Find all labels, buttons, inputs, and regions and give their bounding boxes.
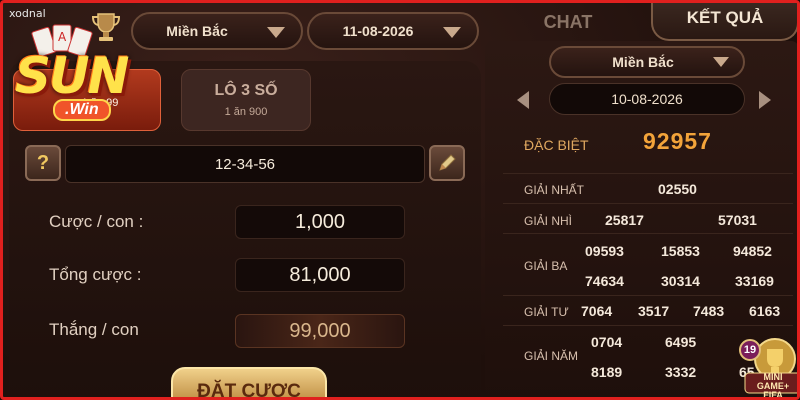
notification-badge: 19 <box>739 339 761 361</box>
results-region-value: Miền Bắc <box>612 54 674 70</box>
win-per-number-label: Thắng / con <box>49 320 139 339</box>
tab-results[interactable]: KẾT QUẢ <box>651 3 797 41</box>
total-bet-display: 81,000 <box>235 258 405 292</box>
bet-type-odds: 1 ăn 900 <box>224 106 268 118</box>
number-input-value: 12-34-56 <box>214 155 276 173</box>
prize-number: 8189 <box>591 364 623 380</box>
edit-button[interactable] <box>429 145 465 181</box>
place-bet-button[interactable]: ĐẶT CƯỢC <box>171 367 327 400</box>
results-region-select[interactable]: Miền Bắc <box>549 46 745 78</box>
third-prize-label: GIẢI BA <box>524 259 568 273</box>
place-bet-label: ĐẶT CƯỢC <box>197 381 301 400</box>
prize-number: 7064 <box>581 303 613 319</box>
mini-game-title: MINI GAME+ <box>756 372 790 391</box>
prize-number: 33169 <box>735 273 774 289</box>
date-select-value: 11-08-2026 <box>342 23 414 39</box>
sun-win-logo: A SUN .Win <box>7 17 159 127</box>
date-select[interactable]: 11-08-2026 <box>307 12 479 50</box>
divider <box>503 173 793 174</box>
chevron-down-icon <box>443 27 461 38</box>
pencil-icon <box>439 154 456 171</box>
total-bet-value: 81,000 <box>289 263 351 286</box>
prize-number: 94852 <box>733 243 772 259</box>
number-input[interactable]: 12-34-56 <box>65 145 425 183</box>
second-prize-label: GIẢI NHÌ <box>524 214 573 228</box>
help-button[interactable]: ? <box>25 145 61 181</box>
first-prize-label: GIẢI NHẤT <box>524 183 585 197</box>
results-date-value: 10-08-2026 <box>611 91 683 107</box>
tab-chat-label: CHAT <box>543 11 593 32</box>
prize-number: 74634 <box>585 273 624 289</box>
mini-game-label: MINI GAME+ FIFA <box>747 372 797 400</box>
divider <box>503 295 793 296</box>
bet-per-number-label: Cược / con : <box>49 212 144 231</box>
prize-number: 0704 <box>591 334 623 350</box>
prize-number: 25817 <box>605 212 644 228</box>
prize-number: 6495 <box>665 334 697 350</box>
prize-number: 15853 <box>661 243 700 259</box>
special-prize-label: ĐẶC BIỆT <box>524 137 589 153</box>
win-per-number-display: 99,000 <box>235 314 405 348</box>
help-icon: ? <box>36 151 50 174</box>
total-bet-label: Tổng cược : <box>49 265 142 284</box>
prize-number: 30314 <box>661 273 700 289</box>
prize-number: 3332 <box>665 364 697 380</box>
bet-type-label: LÔ 3 SỐ <box>214 82 278 99</box>
prize-number: 02550 <box>658 181 697 197</box>
svg-text:A: A <box>58 30 67 44</box>
prize-number: 09593 <box>585 243 624 259</box>
results-date[interactable]: 10-08-2026 <box>549 83 745 115</box>
tab-results-label: KẾT QUẢ <box>686 8 764 27</box>
tab-chat[interactable]: CHAT <box>485 3 651 41</box>
app-frame: xodnal Miền Bắc 11-08-2026 CHAT KẾT QUẢ … <box>0 0 800 400</box>
win-per-number-value: 99,000 <box>289 319 351 342</box>
divider <box>503 203 793 204</box>
fourth-prize-label: GIẢI TƯ <box>524 305 569 319</box>
bet-type-lo3[interactable]: LÔ 3 SỐ 1 ăn 900 <box>181 69 311 131</box>
logo-text: SUN <box>15 47 129 105</box>
chevron-down-icon <box>267 27 285 38</box>
prize-number: 57031 <box>718 212 757 228</box>
prize-number: 7483 <box>693 303 725 319</box>
divider <box>503 233 793 234</box>
logo-subtext: .Win <box>53 99 111 121</box>
region-select-value: Miền Bắc <box>166 23 228 39</box>
next-date-icon[interactable] <box>759 91 771 109</box>
fifth-prize-label: GIẢI NĂM <box>524 349 579 363</box>
prev-date-icon[interactable] <box>517 91 529 109</box>
bet-per-number-input[interactable]: 1,000 <box>235 205 405 239</box>
prize-number: 3517 <box>638 303 670 319</box>
mini-game-sub: FIFA <box>763 390 783 400</box>
special-prize-value: 92957 <box>643 128 712 154</box>
bet-per-number-value: 1,000 <box>294 210 346 233</box>
prize-number: 6163 <box>749 303 781 319</box>
chevron-down-icon <box>713 57 729 67</box>
divider <box>503 325 793 326</box>
